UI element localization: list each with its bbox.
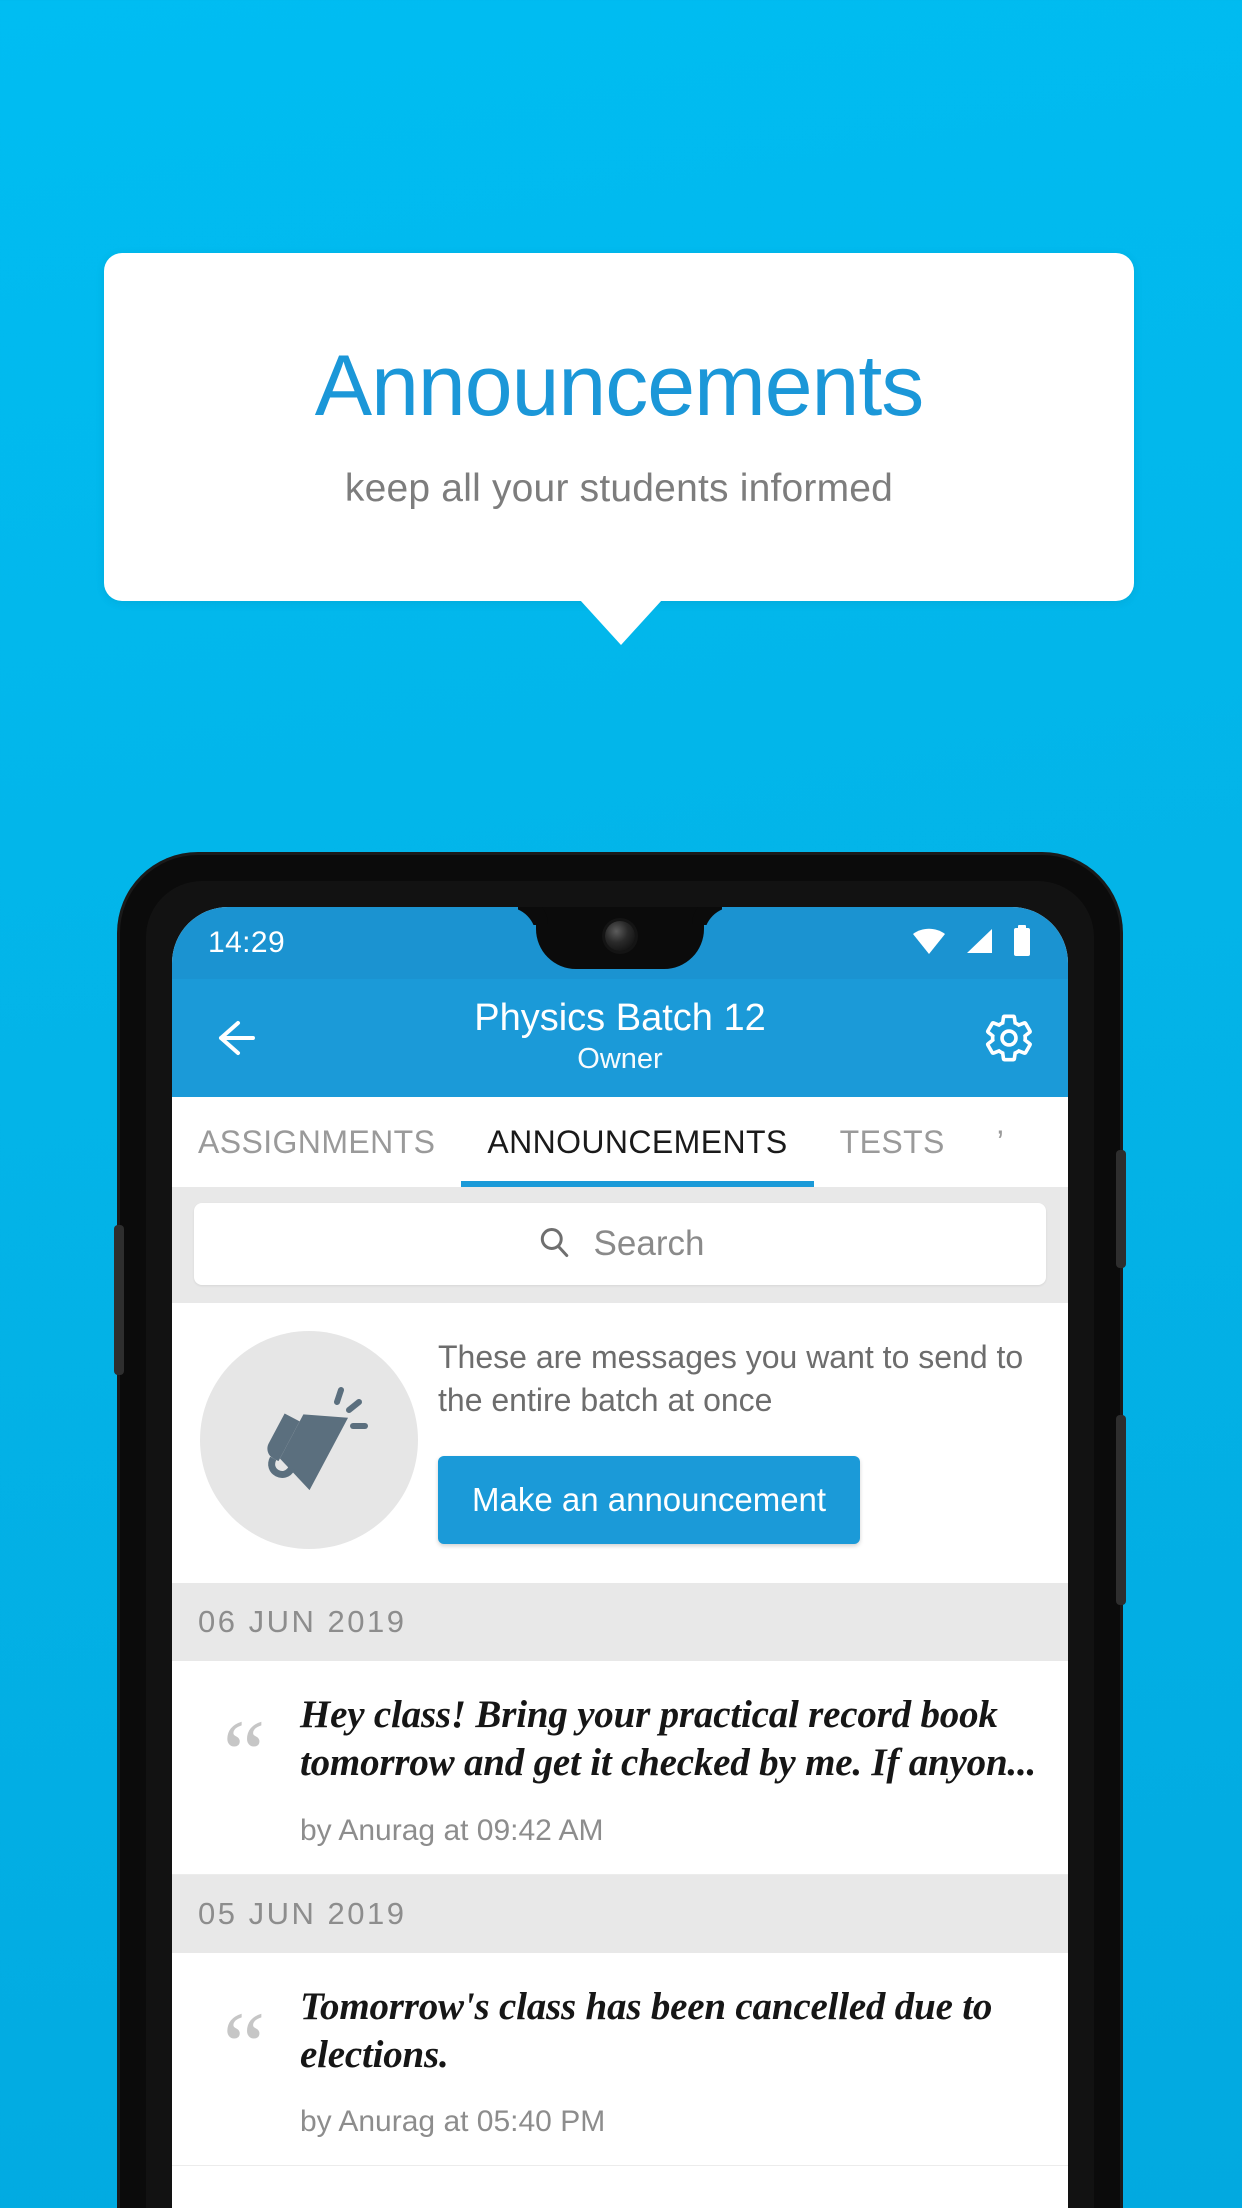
megaphone-icon: [200, 1331, 418, 1549]
make-announcement-button[interactable]: Make an announcement: [438, 1455, 861, 1544]
back-arrow-icon[interactable]: [204, 1011, 258, 1065]
announcement-info-card: These are messages you want to send to t…: [172, 1303, 1068, 1583]
quote-icon: “: [222, 1991, 266, 2099]
date-header: 06 JUN 2019: [172, 1583, 1068, 1661]
battery-icon: [1012, 924, 1032, 962]
status-icons: [912, 924, 1032, 962]
signal-icon: [964, 927, 994, 960]
gear-icon[interactable]: [982, 1011, 1036, 1065]
status-time: 14:29: [208, 926, 286, 959]
batch-role: Owner: [577, 1043, 663, 1075]
announcement-text: Hey class! Bring your practical record b…: [300, 1693, 1037, 1785]
search-input[interactable]: Search: [194, 1203, 1046, 1285]
callout-tail: [580, 600, 662, 645]
front-camera: [605, 921, 635, 951]
tab-overflow[interactable]: ’: [971, 1097, 1031, 1187]
announcement-meta: by Anurag at 05:40 PM: [300, 2105, 606, 2139]
volume-button[interactable]: [1116, 1415, 1126, 1605]
batch-title: Physics Batch 12: [474, 997, 766, 1040]
search-icon: [536, 1224, 572, 1265]
tab-announcements[interactable]: ANNOUNCEMENTS: [461, 1097, 814, 1187]
info-card-content: These are messages you want to send to t…: [438, 1336, 1040, 1544]
announcement-text: Tomorrow's class has been cancelled due …: [300, 1984, 993, 2077]
assistant-button[interactable]: [114, 1225, 124, 1375]
wifi-icon: [912, 927, 946, 960]
phone-mockup: 14:29 Physics Batch 12 Owner ASSIGNMENTS…: [114, 855, 1126, 2208]
status-bar: 14:29: [172, 907, 1068, 979]
info-card-description: These are messages you want to send to t…: [438, 1339, 1024, 1418]
list-item[interactable]: “ Tomorrow's class has been cancelled du…: [172, 1952, 1068, 2167]
quote-icon: “: [222, 1700, 266, 1807]
tab-tests[interactable]: TESTS: [814, 1097, 971, 1187]
announcement-body: Tomorrow's class has been cancelled due …: [300, 1983, 1042, 2140]
phone-bezel: 14:29 Physics Batch 12 Owner ASSIGNMENTS…: [146, 881, 1094, 2208]
phone-screen: 14:29 Physics Batch 12 Owner ASSIGNMENTS…: [172, 907, 1068, 2208]
page-subtitle: keep all your students informed: [344, 467, 894, 510]
announcement-meta: by Anurag at 09:42 AM: [300, 1813, 604, 1847]
app-bar-titles: Physics Batch 12 Owner: [172, 997, 1068, 1078]
power-button[interactable]: [1116, 1150, 1126, 1268]
search-placeholder: Search: [593, 1224, 705, 1263]
tab-bar[interactable]: ASSIGNMENTS ANNOUNCEMENTS TESTS ’: [172, 1097, 1068, 1187]
list-item[interactable]: “ Hey class! Bring your practical record…: [172, 1661, 1068, 1875]
announcement-body: Hey class! Bring your practical record b…: [300, 1691, 1042, 1848]
date-header: 05 JUN 2019: [172, 1874, 1068, 1953]
page-title: Announcements: [314, 338, 925, 434]
app-bar: Physics Batch 12 Owner: [172, 979, 1068, 1097]
promo-callout-card: Announcements keep all your students inf…: [104, 253, 1134, 601]
search-container: Search: [172, 1187, 1068, 1303]
tab-assignments[interactable]: ASSIGNMENTS: [172, 1097, 461, 1187]
